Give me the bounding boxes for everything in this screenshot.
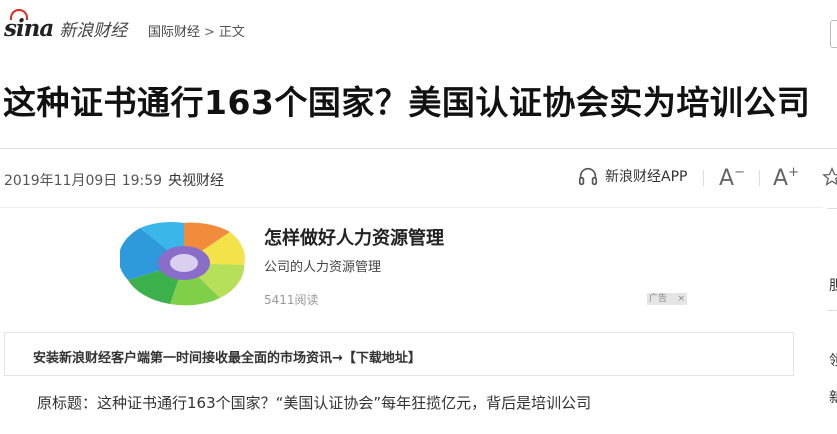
star-icon[interactable]: [822, 166, 837, 188]
right-column-divider: [827, 208, 837, 209]
brand[interactable]: sina 新浪财经: [4, 8, 127, 42]
toolbar-divider: [759, 170, 760, 186]
font-decrease-button[interactable]: A −: [718, 164, 746, 192]
font-increase-mark: +: [788, 164, 799, 180]
app-download-link[interactable]: 新浪财经APP: [577, 165, 687, 187]
ad-image[interactable]: [120, 220, 248, 306]
font-decrease-mark: −: [734, 164, 745, 180]
title-divider: [0, 148, 837, 149]
font-increase-button[interactable]: A +: [772, 164, 800, 192]
ad-close-icon[interactable]: ×: [677, 293, 685, 305]
ad-badge[interactable]: 广告 ×: [647, 293, 687, 305]
top-right-widget[interactable]: [830, 20, 837, 48]
ad-subtitle: 公司的人力资源管理: [264, 260, 382, 275]
app-download-label: 新浪财经APP: [605, 169, 688, 185]
article-source[interactable]: 央视财经: [168, 170, 224, 190]
right-column-text[interactable]: 新: [829, 387, 837, 407]
ad-badge-label: 广告: [649, 294, 668, 304]
font-decrease-icon: A: [719, 165, 735, 191]
breadcrumb: 国际财经 > 正文: [148, 21, 245, 40]
page-title: 这种证书通行163个国家？美国认证协会实为培训公司: [3, 83, 811, 122]
ad-title[interactable]: 怎样做好人力资源管理: [264, 224, 444, 250]
original-title-paragraph: 原标题：这种证书通行163个国家？“美国认证协会”每年狂揽亿元，背后是培训公司: [37, 394, 592, 412]
right-column-divider: [827, 310, 837, 311]
article-date: 2019年11月09日 19:59: [4, 173, 163, 189]
headphone-icon: [578, 167, 598, 186]
install-banner-text[interactable]: 安装新浪财经客户端第一时间接收最全面的市场资讯→【下载地址】: [33, 347, 421, 366]
right-column-text[interactable]: 胆: [829, 275, 837, 295]
breadcrumb-section-link[interactable]: 国际财经: [148, 25, 200, 40]
font-increase-icon: A: [773, 165, 789, 191]
right-column-text[interactable]: 领: [829, 350, 837, 370]
sina-logo[interactable]: sina: [4, 8, 54, 42]
breadcrumb-separator: >: [204, 25, 215, 40]
brand-name[interactable]: 新浪财经: [59, 16, 127, 41]
ad-read-count: 5411阅读: [264, 293, 319, 307]
breadcrumb-current: 正文: [218, 25, 245, 40]
sina-logo-eye-icon: [10, 8, 28, 20]
toolbar-divider: [703, 170, 704, 186]
